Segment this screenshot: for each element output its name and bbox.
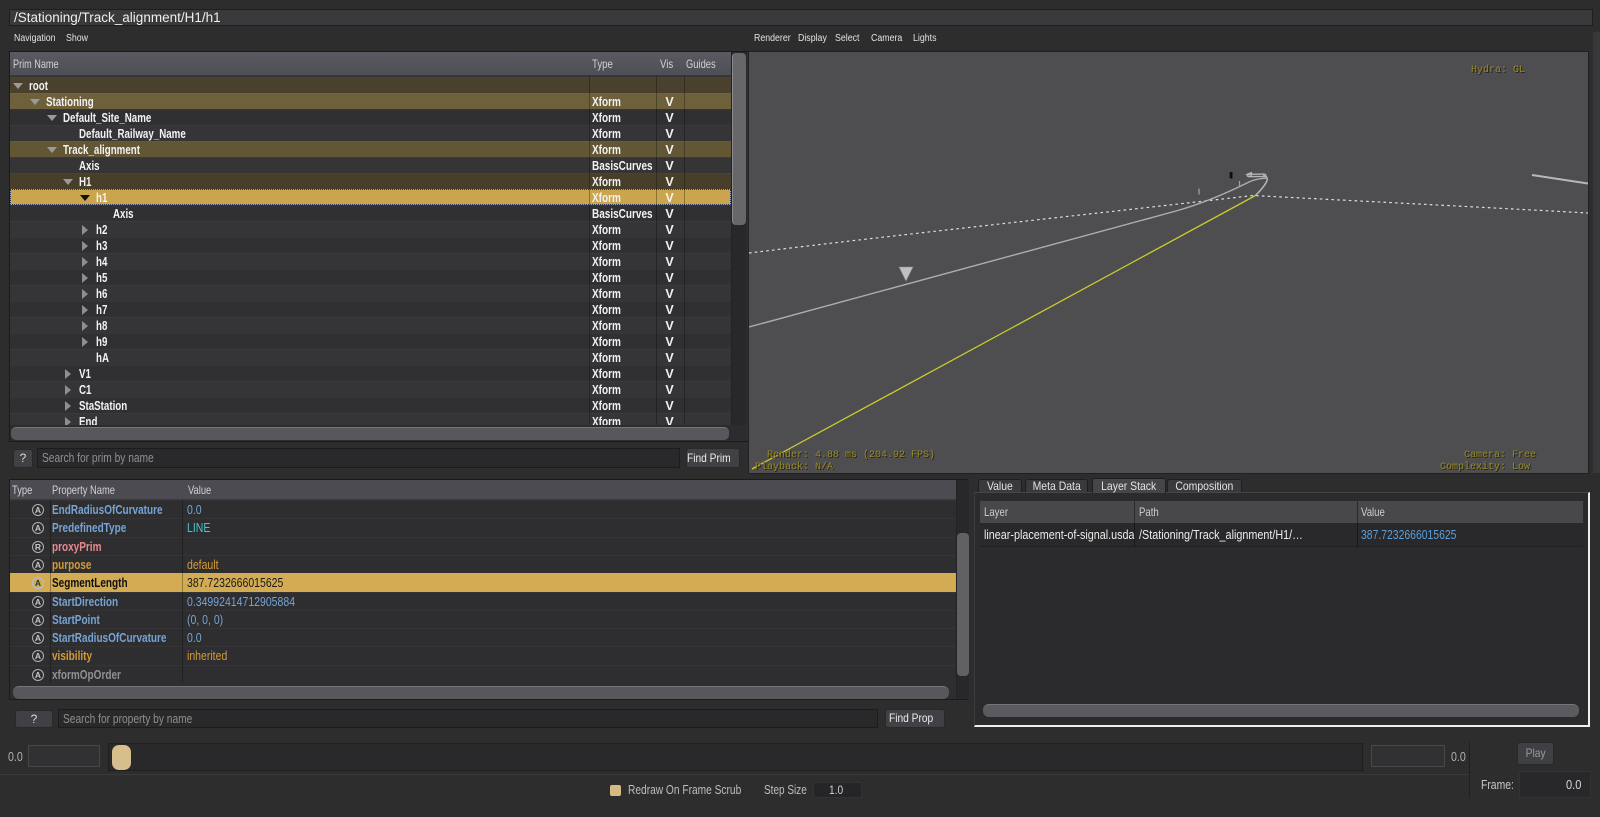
svg-text:Camera: Free: Camera: Free [1464, 450, 1536, 461]
svg-text:Render: 4.88 ms (204.92 FPS): Render: 4.88 ms (204.92 FPS) [767, 449, 935, 461]
svg-text:Hydra: GL: Hydra: GL [1471, 64, 1525, 76]
svg-text:Playback: N/A: Playback: N/A [755, 461, 833, 473]
svg-text:Complexity: Low: Complexity: Low [1440, 461, 1530, 473]
